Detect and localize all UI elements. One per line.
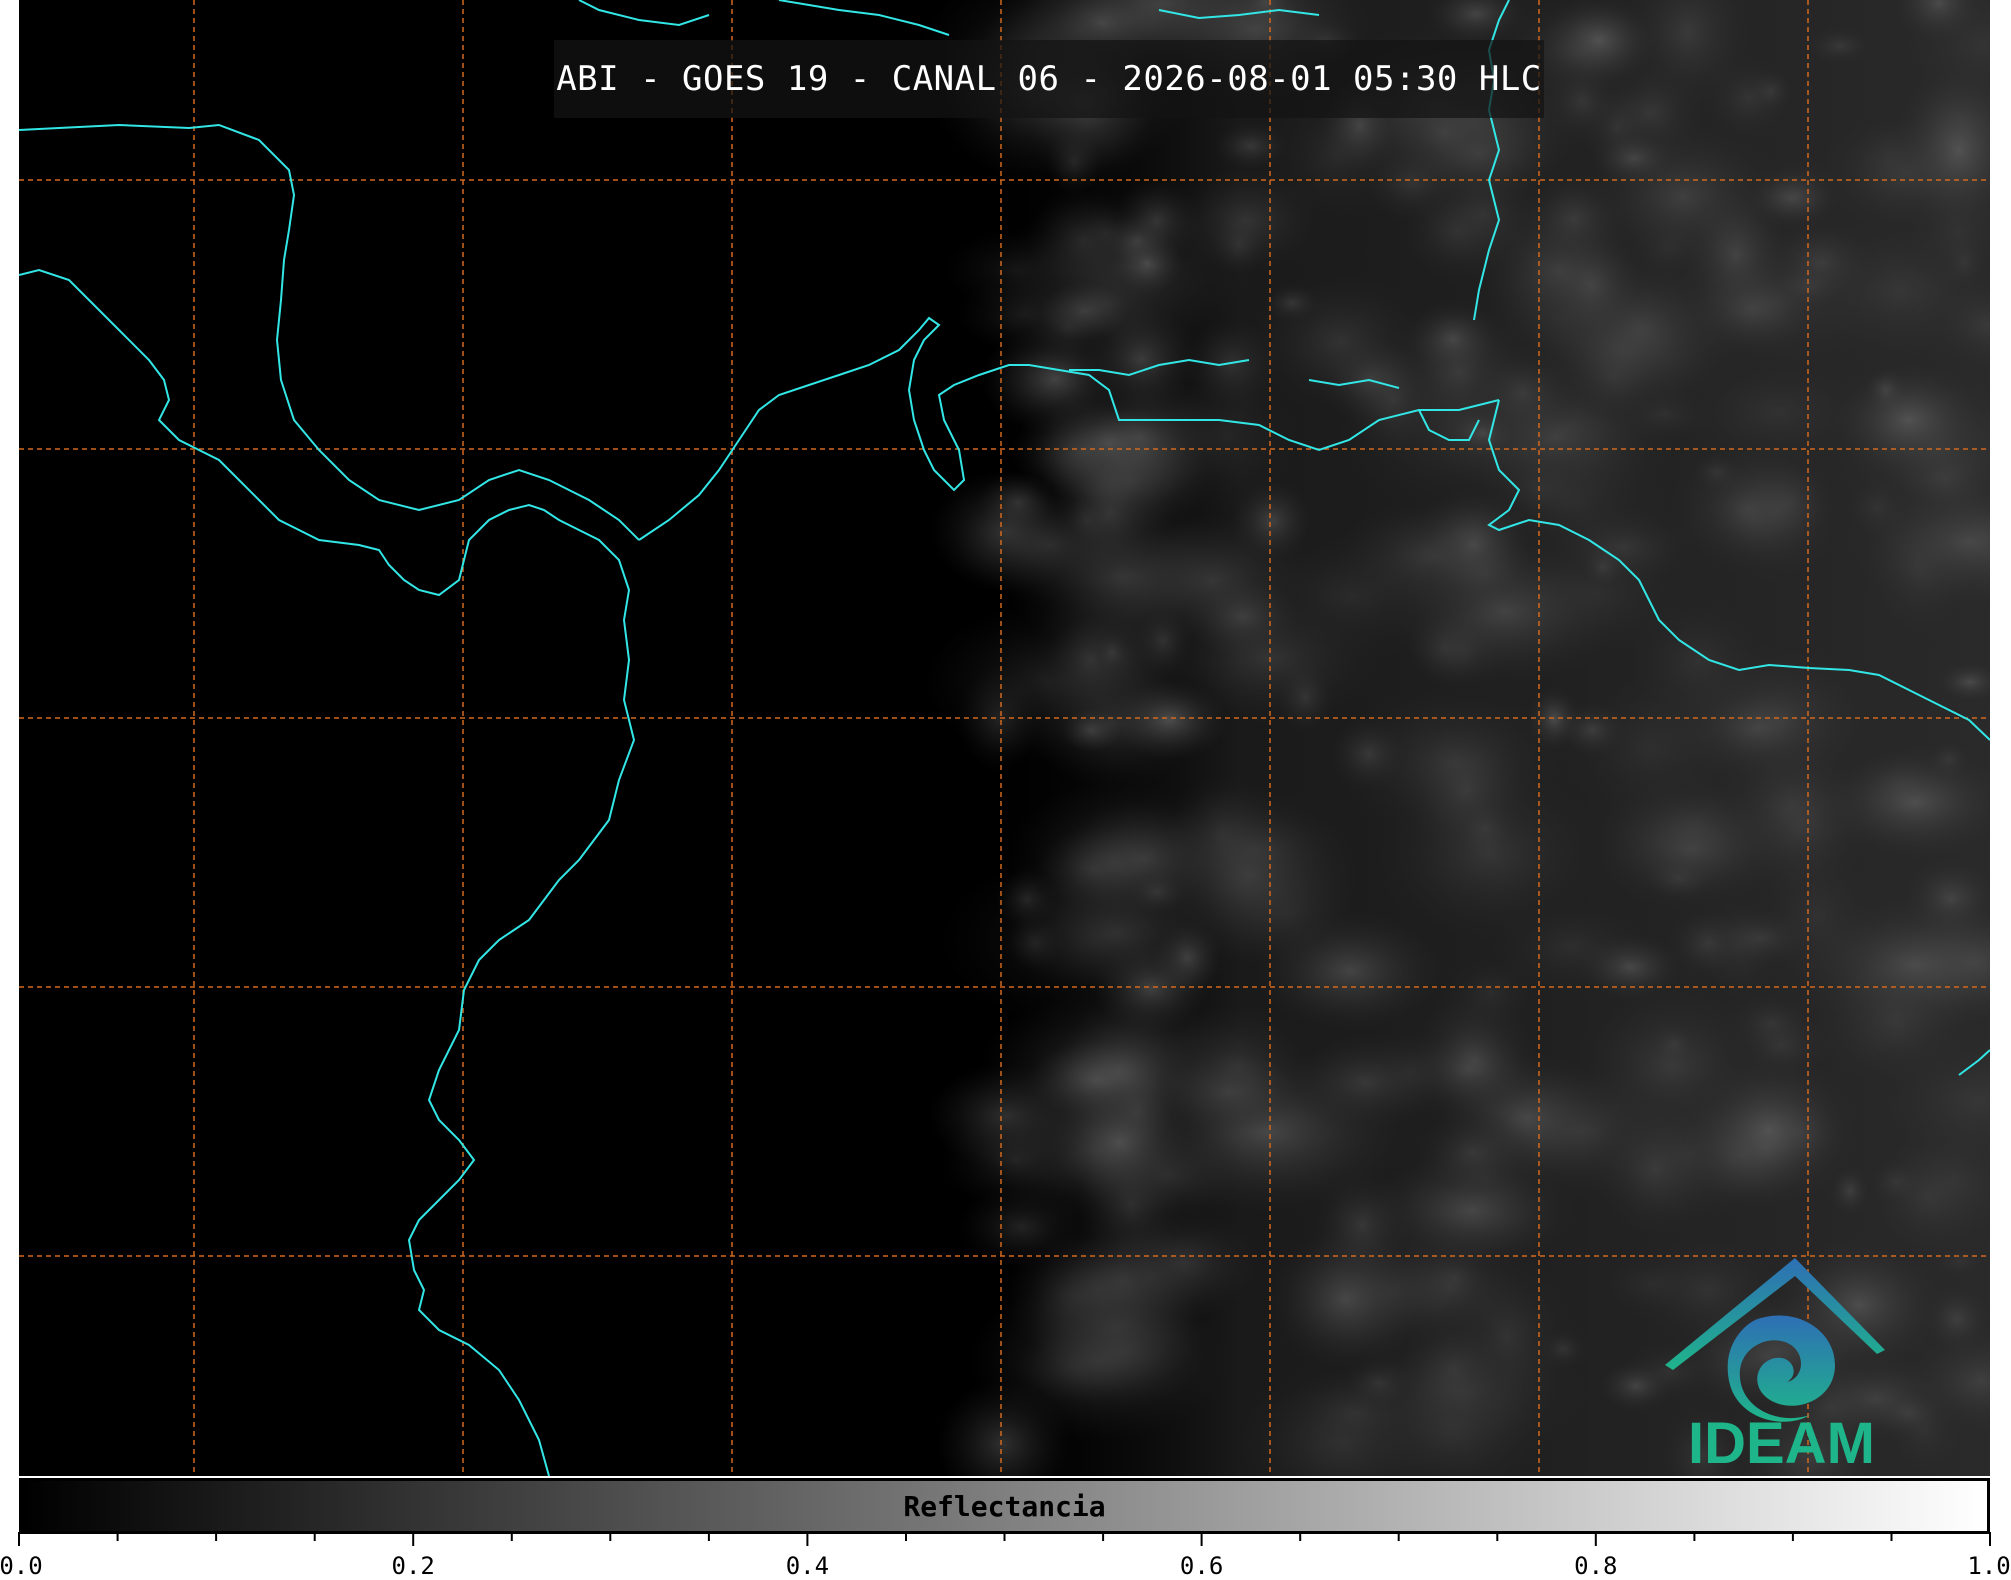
cloud-patch [1048,443,1172,583]
cloud-patch [1540,227,1644,343]
colorbar-tick-label: 1.0 [1967,1552,2011,1580]
cloud-patch [1557,702,1627,758]
cloud-patch [1443,955,1539,1031]
ideam-logo-text: IDEAM [1688,1411,1875,1476]
cloud-patch [1802,24,1878,68]
map-title: ABI - GOES 19 - CANAL 06 - 2026-08-01 05… [556,59,1542,99]
colorbar-tick-label: 0.0 [0,1552,43,1580]
cloud-patch [1286,1032,1444,1132]
cloud-patch [1411,1109,1535,1197]
colorbar-ticks [18,1532,1991,1546]
cloud-patch [1008,870,1224,996]
cloud-patch [978,472,1058,532]
cloud-patch [1132,605,1194,677]
reflectance-colorbar: Reflectancia [19,1478,1990,1534]
colorbar-tick-label: 0.4 [785,1552,830,1580]
colorbar-tick-label: 0.8 [1574,1552,1618,1580]
cloud-patch [1850,482,1988,652]
cloud-patch [1328,716,1410,792]
cloud-patch [1748,69,1794,113]
cloud-patch [1318,335,1424,423]
colorbar-label: Reflectancia [903,1489,1106,1523]
cloud-patch [1052,1083,1188,1201]
cloud-patch [1127,870,1187,914]
cloud-patch [1262,283,1322,323]
title-box: ABI - GOES 19 - CANAL 06 - 2026-08-01 05… [554,40,1544,118]
cloud-patch [1829,360,1989,480]
cloud-patch [1421,528,1549,618]
cloud-patch [1213,122,1289,170]
cloud-patch [1375,766,1603,940]
cloud-patch [1109,680,1229,760]
cloud-patch [1679,1050,1859,1210]
cloud-patch [1464,339,1582,447]
cloud-patch [1677,639,1885,801]
cloud-patch [1343,1356,1415,1410]
colorbar-tick-label: 0.2 [391,1552,435,1580]
colorbar-tick-label: 0.6 [1179,1552,1224,1580]
cloud-patch [1113,178,1201,264]
cloud-patch [1646,212,1902,390]
cloud-patch [1311,1170,1413,1280]
cloud-patch [1036,1297,1210,1407]
cloud-patch [1669,444,1825,574]
